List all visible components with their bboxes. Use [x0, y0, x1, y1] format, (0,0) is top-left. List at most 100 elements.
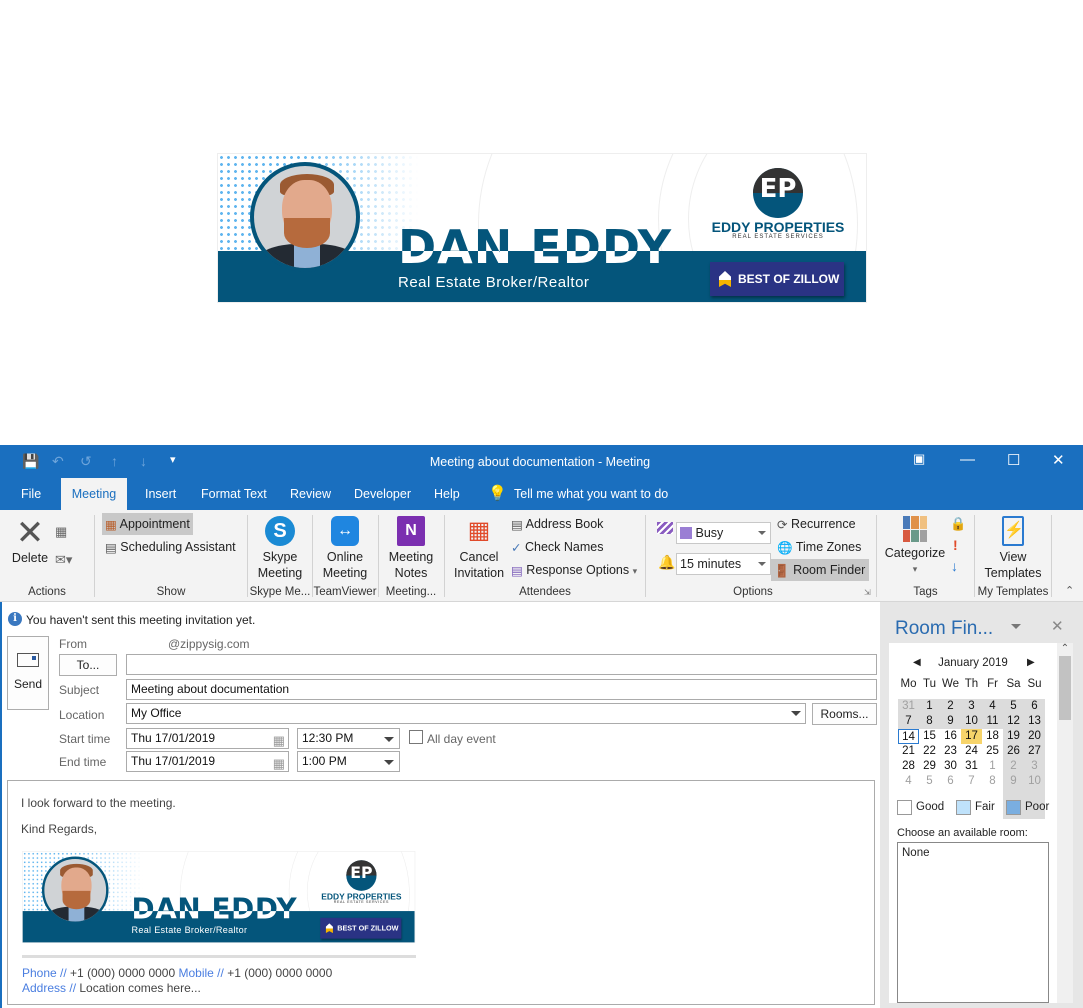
- calendar-day[interactable]: 15: [919, 729, 940, 744]
- tab-review[interactable]: Review: [280, 478, 341, 510]
- calendar-day[interactable]: 18: [982, 729, 1003, 744]
- calendar-day[interactable]: 27: [1024, 744, 1045, 759]
- calendar-day[interactable]: 12: [1003, 714, 1024, 729]
- room-list[interactable]: None: [897, 842, 1049, 1003]
- calendar-day[interactable]: 4: [982, 699, 1003, 714]
- calendar-day[interactable]: 23: [940, 744, 961, 759]
- calendar-picker-icon[interactable]: ▦: [273, 731, 285, 750]
- private-lock-icon[interactable]: 🔒: [950, 516, 966, 532]
- collapse-ribbon-icon[interactable]: ⌃: [1065, 584, 1074, 597]
- calendar-day[interactable]: 17: [961, 729, 982, 744]
- to-input[interactable]: [126, 654, 877, 675]
- ribbon-display-icon[interactable]: ▣: [913, 451, 925, 467]
- prev-month-icon[interactable]: ◀: [913, 657, 921, 668]
- calendar-day[interactable]: 20: [1024, 729, 1045, 744]
- next-month-icon[interactable]: ▶: [1027, 657, 1035, 668]
- tab-format-text[interactable]: Format Text: [191, 478, 277, 510]
- tell-me-search[interactable]: Tell me what you want to do: [504, 478, 678, 510]
- tab-insert[interactable]: Insert: [135, 478, 186, 510]
- cancel-invitation-button[interactable]: ▦ Cancel Invitation: [450, 516, 508, 581]
- calendar-day[interactable]: 6: [1024, 699, 1045, 714]
- calendar-day[interactable]: 3: [961, 699, 982, 714]
- skype-meeting-button[interactable]: S Skype Meeting: [252, 516, 308, 581]
- tab-developer[interactable]: Developer: [344, 478, 421, 510]
- scrollbar[interactable]: ⌃: [1057, 643, 1073, 1003]
- calendar-day[interactable]: 8: [982, 774, 1003, 789]
- send-button[interactable]: Send: [7, 636, 49, 710]
- calendar-day[interactable]: 10: [961, 714, 982, 729]
- message-body[interactable]: I look forward to the meeting. Kind Rega…: [7, 780, 875, 1005]
- maximize-icon[interactable]: ☐: [1007, 451, 1020, 469]
- calendar-day[interactable]: 5: [1003, 699, 1024, 714]
- calendar-day[interactable]: 9: [1003, 774, 1024, 789]
- calendar-day[interactable]: 22: [919, 744, 940, 759]
- close-icon[interactable]: ✕: [1052, 451, 1065, 469]
- dialog-launcher-icon[interactable]: ⇲: [864, 588, 871, 597]
- pane-close-icon[interactable]: ✕: [1051, 617, 1064, 635]
- calendar-day[interactable]: 29: [919, 759, 940, 774]
- low-importance-icon[interactable]: ↓: [951, 558, 958, 574]
- calendar-day[interactable]: 6: [940, 774, 961, 789]
- calendar-day[interactable]: 7: [961, 774, 982, 789]
- calendar-day[interactable]: 24: [961, 744, 982, 759]
- calendar-day[interactable]: 26: [1003, 744, 1024, 759]
- calendar-day[interactable]: 9: [940, 714, 961, 729]
- meeting-notes-button[interactable]: N Meeting Notes: [382, 516, 440, 581]
- subject-input[interactable]: Meeting about documentation: [126, 679, 877, 700]
- view-templates-button[interactable]: ⚡ View Templates: [980, 516, 1046, 581]
- calendar-day[interactable]: 3: [1024, 759, 1045, 774]
- end-time-dropdown[interactable]: 1:00 PM: [297, 751, 400, 772]
- show-as-dropdown[interactable]: Busy: [676, 522, 771, 544]
- calendar-day[interactable]: 21: [898, 744, 919, 759]
- appointment-button[interactable]: ▦ Appointment: [102, 513, 193, 535]
- calendar-day[interactable]: 19: [1003, 729, 1024, 744]
- room-list-item[interactable]: None: [898, 843, 1048, 863]
- response-options-button[interactable]: ▤ Response Options ▾: [508, 559, 640, 581]
- calendar-day[interactable]: 1: [982, 759, 1003, 774]
- categorize-button[interactable]: Categorize ▾: [884, 516, 946, 577]
- high-importance-icon[interactable]: !: [953, 537, 958, 553]
- calendar-day[interactable]: 31: [898, 699, 919, 714]
- pane-options-icon[interactable]: [1011, 624, 1021, 629]
- calendar-day[interactable]: 16: [940, 729, 961, 744]
- online-meeting-button[interactable]: ↔ Online Meeting: [316, 516, 374, 581]
- all-day-checkbox[interactable]: [409, 730, 423, 744]
- from-value[interactable]: @zippysig.com: [168, 637, 250, 651]
- delete-button[interactable]: ✕ Delete: [10, 516, 50, 566]
- calendar-day[interactable]: 2: [1003, 759, 1024, 774]
- tab-help[interactable]: Help: [424, 478, 470, 510]
- calendar-day[interactable]: 14: [898, 729, 919, 744]
- calendar-day[interactable]: 11: [982, 714, 1003, 729]
- start-date-input[interactable]: Thu 17/01/2019 ▦: [126, 728, 289, 749]
- time-zones-button[interactable]: 🌐 Time Zones: [774, 536, 864, 558]
- reminder-dropdown[interactable]: 15 minutes: [676, 553, 771, 575]
- calendar-day[interactable]: 28: [898, 759, 919, 774]
- calendar-day[interactable]: 4: [898, 774, 919, 789]
- address-book-button[interactable]: ▤ Address Book: [508, 513, 606, 535]
- calendar-day[interactable]: 1: [919, 699, 940, 714]
- calendar-day[interactable]: 25: [982, 744, 1003, 759]
- calendar-day[interactable]: 13: [1024, 714, 1045, 729]
- end-date-input[interactable]: Thu 17/01/2019 ▦: [126, 751, 289, 772]
- recurrence-button[interactable]: ⟳ Recurrence: [774, 513, 859, 535]
- start-time-dropdown[interactable]: 12:30 PM: [297, 728, 400, 749]
- scheduling-assistant-button[interactable]: ▤ Scheduling Assistant: [102, 536, 239, 558]
- calendar-day[interactable]: 10: [1024, 774, 1045, 789]
- to-button[interactable]: To...: [59, 654, 117, 676]
- calendar-picker-icon[interactable]: ▦: [273, 754, 285, 773]
- tab-file[interactable]: File: [11, 478, 51, 510]
- calendar-day[interactable]: 30: [940, 759, 961, 774]
- minimize-icon[interactable]: —: [960, 451, 975, 468]
- calendar-day[interactable]: 8: [919, 714, 940, 729]
- forward-icon[interactable]: ✉▾: [55, 552, 72, 568]
- room-finder-button[interactable]: 🚪 Room Finder: [771, 559, 869, 581]
- location-input[interactable]: My Office: [126, 703, 806, 724]
- check-names-button[interactable]: ✓ Check Names: [508, 536, 606, 558]
- calendar-day[interactable]: 2: [940, 699, 961, 714]
- calendar-search-icon[interactable]: ▦: [55, 524, 67, 540]
- calendar-day[interactable]: 5: [919, 774, 940, 789]
- calendar-day[interactable]: 31: [961, 759, 982, 774]
- rooms-button[interactable]: Rooms...: [812, 703, 877, 725]
- tab-meeting[interactable]: Meeting: [61, 478, 127, 510]
- calendar-day[interactable]: 7: [898, 714, 919, 729]
